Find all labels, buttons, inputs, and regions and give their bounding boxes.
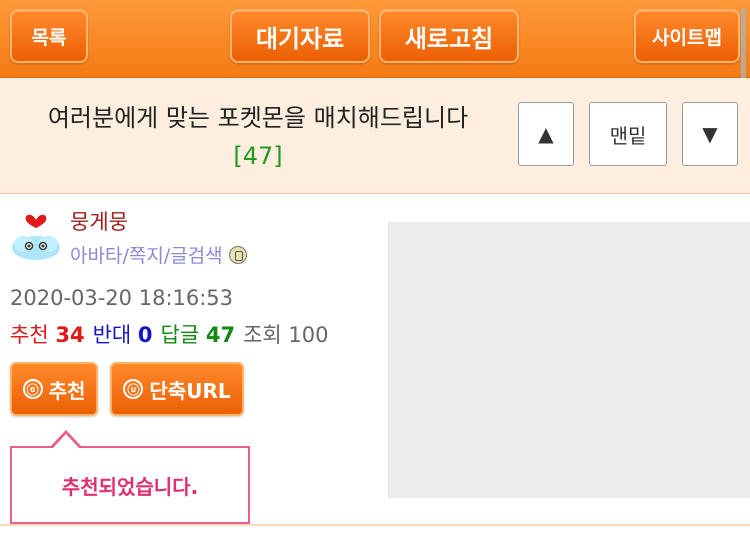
recommend-button-label: 추천: [48, 378, 86, 403]
post-stats: 추천 34 반대 0 답글 47 조회 100: [10, 319, 329, 349]
refresh-button[interactable]: 새로고침: [379, 9, 519, 63]
post-title-bar: 여러분에게 맞는 포켓몬을 매치해드립니다 [47] ▲ 맨밑 ▼: [0, 78, 750, 194]
reply-stat: 답글 47: [161, 319, 236, 349]
recommend-stat-label: 추천: [10, 323, 49, 347]
oppose-stat-label: 반대: [92, 323, 132, 347]
short-url-button-label: 단축URL: [149, 378, 231, 403]
recommend-stat: 추천 34: [10, 319, 85, 349]
recommend-icon: ⓞ: [22, 379, 43, 399]
author-nickname[interactable]: 뭉게뭉: [70, 206, 128, 236]
sitemap-button[interactable]: 사이트맵: [634, 9, 740, 63]
tooltip-arrow-inner: [53, 434, 79, 448]
pending-button[interactable]: 대기자료: [230, 9, 370, 63]
short-url-icon: ⓤ: [123, 379, 144, 399]
comment-count[interactable]: [47]: [18, 142, 498, 170]
oppose-stat-value: 0: [137, 323, 153, 347]
short-url-button[interactable]: ⓤ 단축URL: [110, 362, 244, 416]
author-links: 아바타/쪽지/글검색: [70, 241, 247, 268]
tooltip-message: 추천되었습니다.: [61, 474, 199, 499]
recommend-button[interactable]: ⓞ 추천: [10, 362, 98, 416]
scroll-up-button[interactable]: ▲: [518, 102, 574, 166]
view-stat: 조회 100: [243, 319, 328, 349]
recommend-tooltip: 추천되었습니다.: [10, 446, 250, 524]
oppose-stat: 반대 0: [93, 319, 153, 349]
scrollbar[interactable]: [741, 8, 746, 88]
memo-icon[interactable]: [228, 245, 247, 264]
author-links-text[interactable]: 아바타/쪽지/글검색: [70, 241, 223, 268]
post-title: 여러분에게 맞는 포켓몬을 매치해드립니다: [47, 104, 469, 132]
list-button[interactable]: 목록: [10, 9, 88, 63]
top-toolbar: 목록 대기자료 새로고침 사이트맵: [0, 0, 750, 88]
content-divider: [0, 524, 750, 526]
scroll-down-button[interactable]: ▼: [682, 102, 738, 166]
post-datetime: 2020-03-20 18:16:53: [10, 286, 234, 310]
heart-cloud-avatar-icon[interactable]: [10, 208, 62, 264]
view-stat-label: 조회: [243, 323, 282, 347]
scroll-bottom-button[interactable]: 맨밑: [589, 102, 667, 166]
reply-stat-label: 답글: [160, 323, 200, 347]
ad-placeholder[interactable]: [388, 222, 750, 498]
view-stat-value: 100: [288, 323, 329, 347]
recommend-stat-value: 34: [55, 323, 85, 347]
reply-stat-value: 47: [205, 323, 236, 347]
